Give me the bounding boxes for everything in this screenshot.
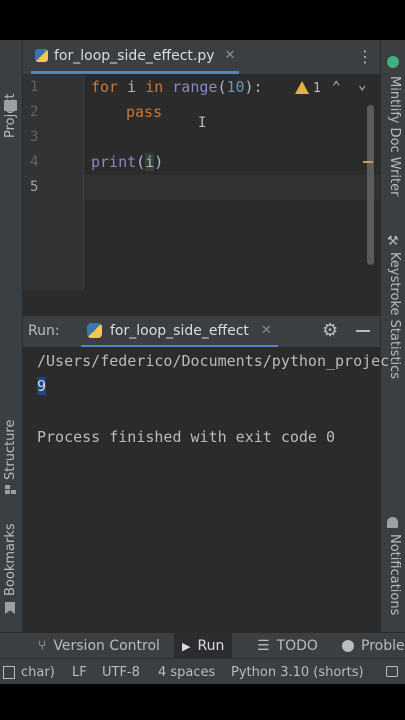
text-cursor-icon: I	[198, 115, 207, 131]
line-number: 2	[30, 104, 39, 120]
code-editor[interactable]: 1 2 3 4 5 for i in range(10): pass print…	[23, 75, 380, 290]
version-control-button[interactable]: ⑂ Version Control	[38, 633, 160, 659]
chars-label: char)	[21, 664, 55, 680]
problems-label: Probler	[361, 638, 405, 654]
minimize-icon[interactable]	[356, 330, 370, 332]
run-console[interactable]: /Users/federico/Documents/python_projec …	[23, 347, 389, 632]
mintlify-label: Mintlify Doc Writer	[387, 76, 402, 197]
notifications-tool-button[interactable]: Notifications	[387, 534, 402, 615]
console-value-line: 9	[37, 377, 47, 395]
bell-icon	[387, 517, 398, 528]
chevron-up-icon[interactable]: ⌃	[332, 79, 340, 95]
python-icon	[87, 323, 102, 338]
folder-icon	[4, 100, 17, 111]
python-file-icon	[35, 49, 48, 62]
keystroke-label: Keystroke Statistics	[387, 252, 402, 380]
mintlify-icon	[387, 56, 399, 68]
more-options-icon[interactable]: ⋮	[357, 47, 373, 66]
todo-label: TODO	[276, 638, 318, 654]
tool-window-bar: ⑂ Version Control ▶ Run ☰ TODO Probler	[0, 632, 405, 659]
keystroke-icon: ⚒	[387, 234, 399, 249]
lock-icon[interactable]	[386, 666, 398, 677]
code-line-2: pass	[126, 103, 163, 121]
editor-tab-bar: for_loop_side_effect.py ✕ ⋮	[23, 40, 380, 75]
structure-icon	[5, 485, 17, 495]
interpreter[interactable]: Python 3.10 (shorts)	[231, 659, 364, 685]
bottom-black-area	[0, 684, 405, 720]
right-tool-strip: Mintlify Doc Writer ⚒ Keystroke Statisti…	[380, 40, 405, 632]
chevron-down-icon[interactable]: ⌄	[358, 77, 366, 93]
run-tool-header: Run: for_loop_side_effect ✕ ⚙	[23, 315, 380, 348]
mintlify-tool-button[interactable]: Mintlify Doc Writer	[387, 76, 402, 196]
branch-icon: ⑂	[38, 638, 47, 654]
left-tool-strip: Project Structure Bookmarks	[0, 40, 23, 632]
line-number: 4	[30, 154, 39, 170]
scroll-marker	[363, 161, 373, 163]
indent-setting[interactable]: 4 spaces	[158, 659, 215, 685]
warning-icon[interactable]	[295, 81, 309, 94]
bookmarks-tool-button[interactable]: Bookmarks	[3, 523, 18, 596]
list-icon: ☰	[257, 638, 270, 654]
notifications-label: Notifications	[387, 534, 402, 616]
position-widget[interactable]: char)	[3, 659, 55, 685]
line-number: 3	[30, 129, 39, 145]
panel-icon	[3, 665, 15, 679]
line-separator[interactable]: LF	[72, 659, 87, 685]
status-bar: char) LF UTF-8 4 spaces Python 3.10 (sho…	[0, 658, 405, 685]
line-number: 1	[30, 79, 39, 95]
bookmarks-label: Bookmarks	[3, 523, 18, 596]
current-line-highlight	[84, 175, 380, 200]
close-icon[interactable]: ✕	[225, 48, 236, 63]
encoding[interactable]: UTF-8	[102, 659, 140, 685]
run-tool-button[interactable]: ▶ Run	[174, 633, 233, 659]
play-icon: ▶	[182, 639, 191, 653]
structure-tool-button[interactable]: Structure	[3, 420, 18, 480]
console-exit-line: Process finished with exit code 0	[37, 428, 336, 446]
keystroke-tool-button[interactable]: Keystroke Statistics	[387, 252, 402, 379]
todo-button[interactable]: ☰ TODO	[257, 633, 318, 659]
run-tool-label: Run	[197, 638, 225, 654]
line-number: 5	[30, 179, 39, 195]
info-icon	[342, 640, 354, 652]
editor-empty-area	[23, 290, 380, 315]
problems-button[interactable]: Probler	[342, 633, 405, 659]
line-gutter: 1 2 3 4 5	[23, 75, 84, 290]
top-black-area	[0, 0, 405, 40]
gear-icon[interactable]: ⚙	[322, 320, 338, 341]
close-run-tab-icon[interactable]: ✕	[261, 323, 272, 338]
tab-title: for_loop_side_effect.py	[54, 47, 215, 64]
bookmark-icon	[5, 602, 15, 614]
warning-count: 1	[313, 81, 322, 96]
version-control-label: Version Control	[53, 638, 160, 654]
run-config-name: for_loop_side_effect	[110, 322, 249, 339]
editor-tab[interactable]: for_loop_side_effect.py ✕	[31, 40, 240, 74]
console-path-line: /Users/federico/Documents/python_projec	[37, 352, 390, 370]
structure-label: Structure	[3, 419, 18, 480]
run-config-tab[interactable]: for_loop_side_effect ✕	[81, 316, 278, 348]
editor-scrollbar[interactable]	[367, 105, 374, 265]
code-line-1: for i in range(10):	[91, 78, 263, 96]
run-label: Run:	[28, 323, 60, 339]
code-line-4: print(i)	[91, 153, 164, 171]
